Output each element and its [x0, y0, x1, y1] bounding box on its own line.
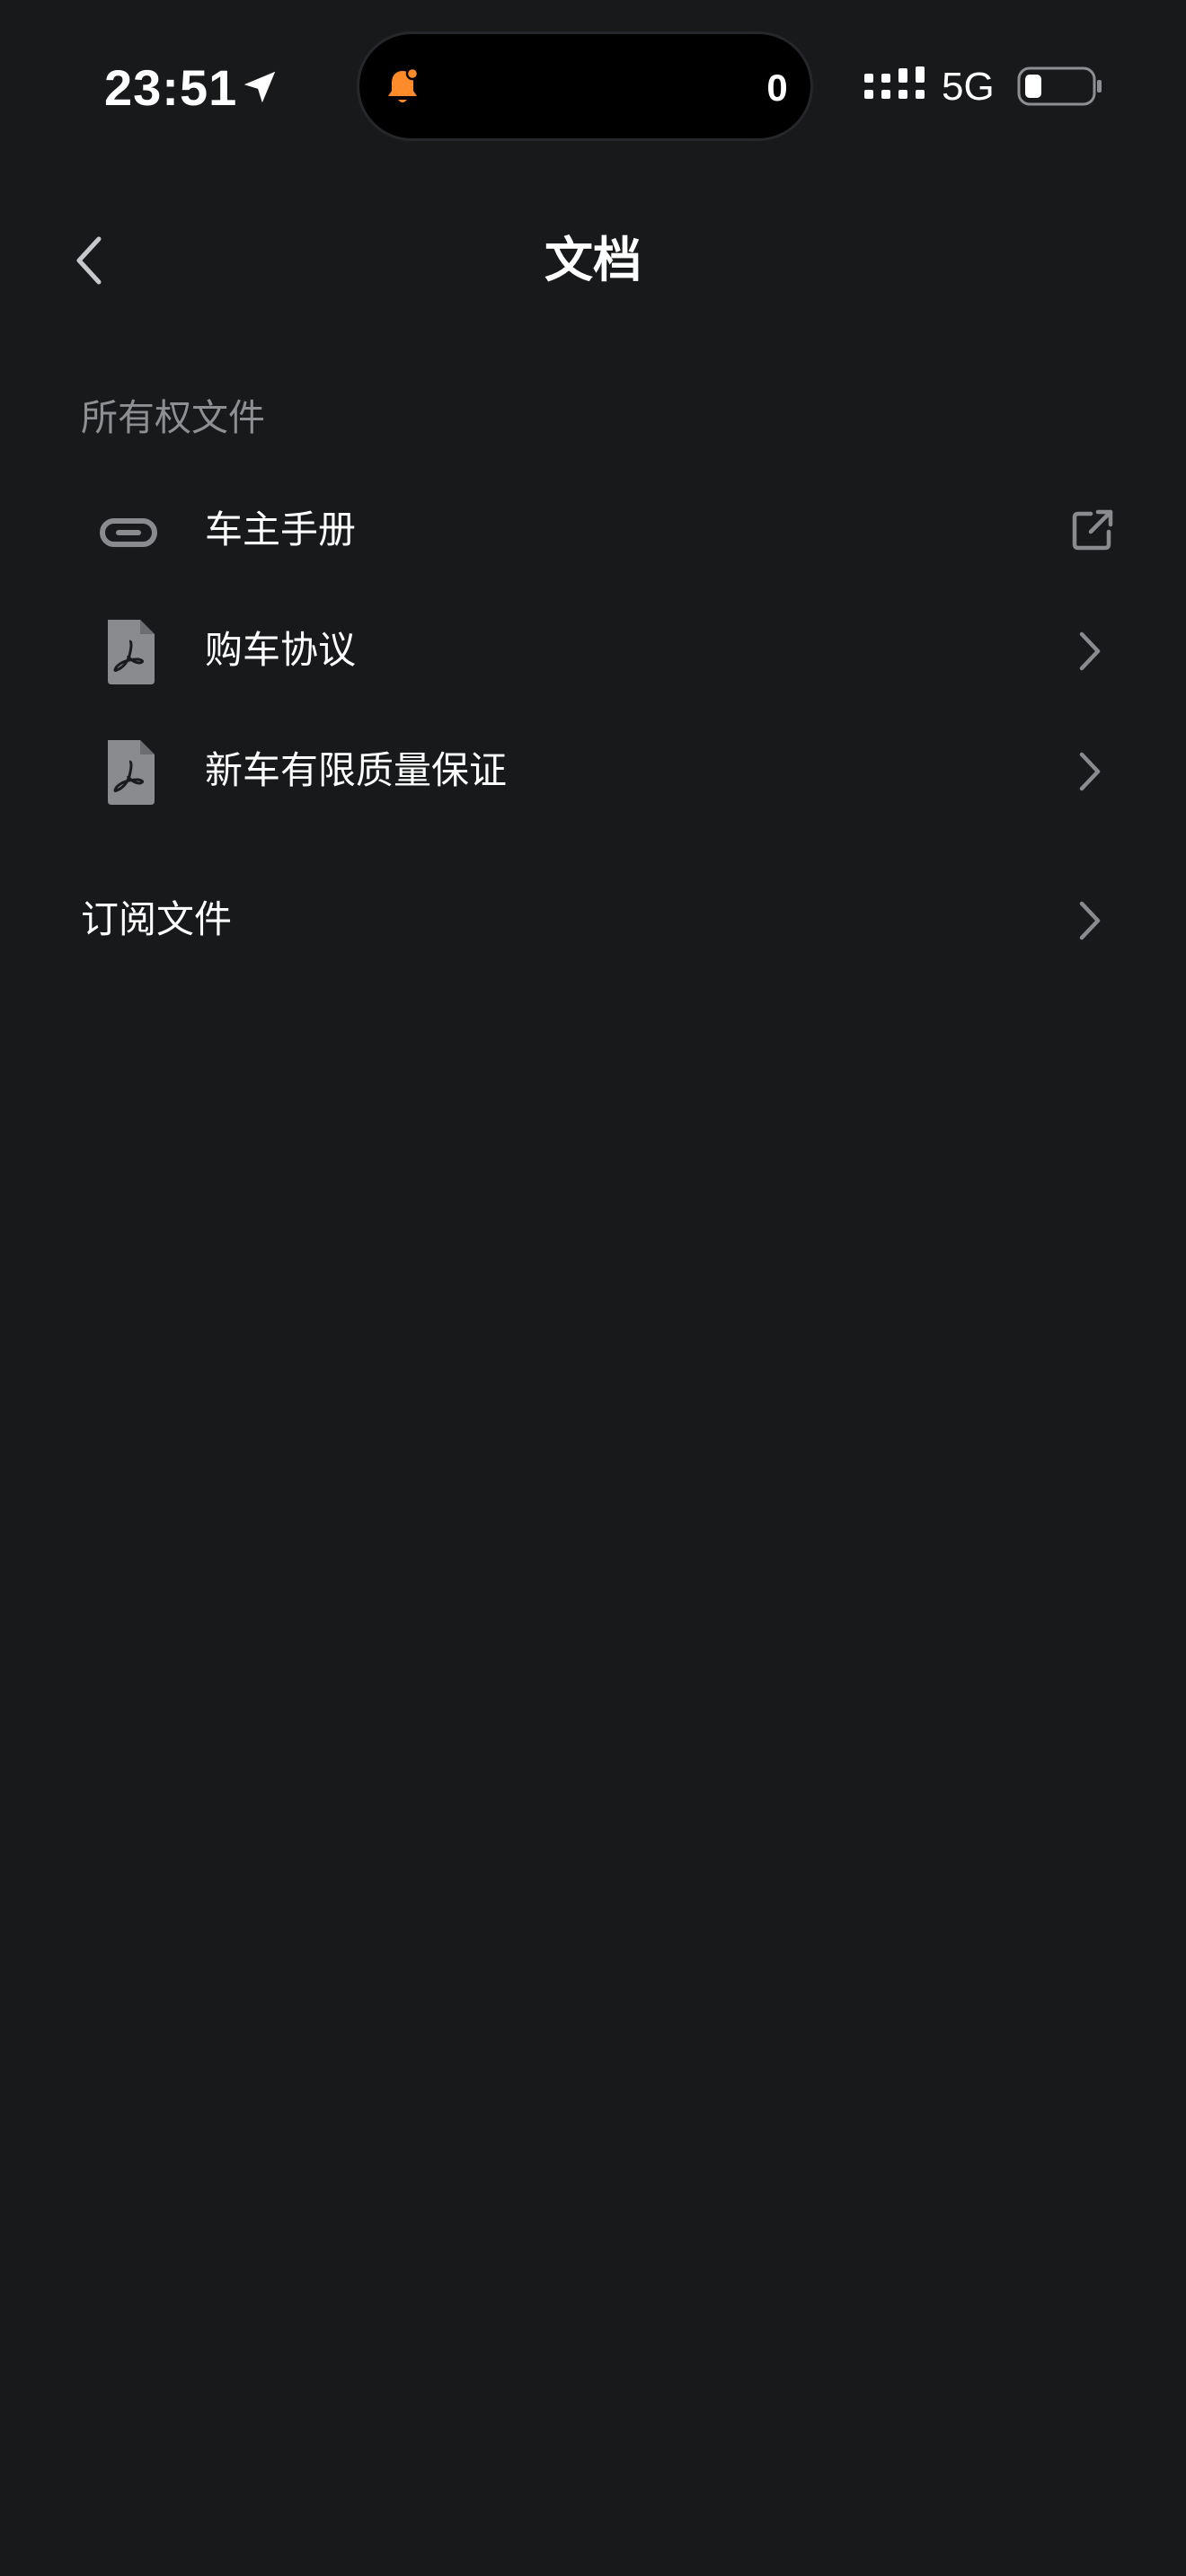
list-item-label: 购车协议: [205, 628, 357, 672]
page-title: 文档: [544, 232, 642, 288]
pdf-file-icon: [108, 620, 155, 684]
list-item-label: 车主手册: [205, 507, 357, 551]
signal-icon: [864, 66, 925, 99]
battery-icon: [1017, 66, 1102, 106]
section-title-ownership: 所有权文件: [81, 396, 265, 439]
list-item-owner-manual[interactable]: 车主手册: [0, 476, 1186, 584]
documents-screen: 23:51 0 5G 文档 所有权文件 车主手册 购车协议 新车有限质量保证 订…: [0, 0, 1186, 2576]
subscription-documents-label: 订阅文件: [81, 897, 233, 941]
external-link-icon: [1072, 509, 1113, 551]
status-time: 23:51: [104, 58, 238, 116]
subscription-documents-row[interactable]: 订阅文件: [0, 866, 1186, 974]
dynamic-island[interactable]: [359, 34, 810, 138]
location-arrow-icon: [243, 71, 276, 103]
chevron-right-icon: [1079, 752, 1101, 791]
list-item-label: 新车有限质量保证: [205, 748, 508, 792]
island-count: 0: [766, 66, 788, 109]
bell-icon: [388, 66, 420, 102]
list-item-purchase-agreement[interactable]: 购车协议: [0, 596, 1186, 704]
list-item-warranty[interactable]: 新车有限质量保证: [0, 717, 1186, 825]
link-icon: [100, 518, 157, 547]
chevron-right-icon: [1079, 631, 1101, 671]
chevron-left-icon: [76, 236, 102, 285]
chevron-right-icon: [1079, 901, 1101, 940]
pdf-file-icon: [108, 740, 155, 805]
back-button[interactable]: [58, 225, 120, 296]
network-label: 5G: [942, 65, 995, 109]
